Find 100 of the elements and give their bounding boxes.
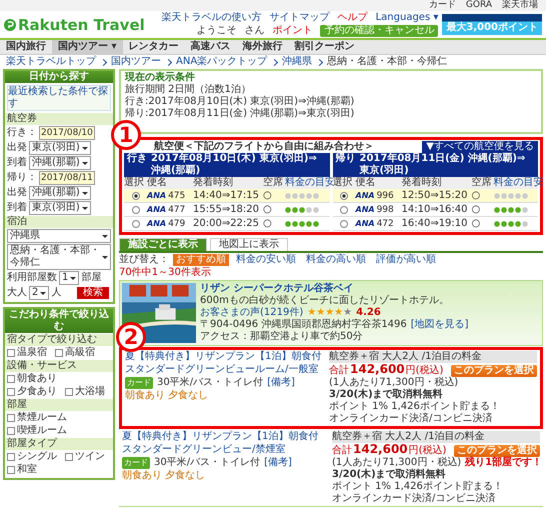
points-info: ポイント 1% 1,426ポイント貯まる！	[332, 481, 504, 492]
meal-info: 朝食あり 夕食なし	[125, 390, 210, 402]
hotel-name[interactable]: リザン シーパークホテル谷茶ベイ	[200, 283, 469, 295]
cancellation-note: 3/20(木)まで取消料無料	[329, 389, 444, 401]
points-info: ポイント 1% 1,426ポイント貯まる！	[329, 401, 501, 412]
adults-select[interactable]: 2	[29, 286, 50, 300]
field-label: 大人	[7, 287, 27, 299]
section-label: 設備・サービス	[5, 360, 113, 372]
radio-button[interactable]	[340, 220, 348, 228]
condition-text: 行き:2017年08月10日(木) 東京(羽田)⇒沖縄(那覇)	[125, 96, 356, 108]
filter-checkbox[interactable]: 高級宿	[53, 347, 97, 359]
top-link[interactable]: GORA	[466, 0, 492, 11]
field-label: 到着	[7, 157, 27, 169]
sort-option[interactable]: 料金の安い順	[233, 254, 299, 266]
sort-option[interactable]: 評価が高い順	[373, 254, 439, 266]
review-score: 4.26	[356, 307, 381, 318]
filter-checkbox[interactable]: 朝食あり	[5, 373, 59, 385]
direction-label: 行き	[127, 153, 147, 166]
header-link[interactable]: Languages ▾	[376, 12, 438, 24]
room-size: 30平米/バス・トイレ付	[154, 457, 260, 469]
field-label: 利用部屋数	[7, 272, 57, 284]
sort-option[interactable]: 料金の高い順	[303, 254, 369, 266]
price-unit: 円(税込)	[406, 365, 444, 376]
area-select[interactable]: 恩納・名護・本部・今帰仁	[7, 244, 111, 270]
direction-label: 帰り	[336, 153, 356, 166]
view-tab[interactable]: 地図上に表示	[210, 238, 288, 251]
header-link[interactable]: サイトマップ	[270, 12, 330, 24]
points-link[interactable]: ポイント	[272, 25, 312, 37]
annotation-number: 1	[111, 120, 141, 150]
airline-logo: ANA	[147, 218, 166, 230]
total-label: 合計	[329, 365, 349, 377]
map-link[interactable]: [地図を見る]	[410, 319, 469, 331]
filter-checkbox[interactable]: ツイン	[63, 451, 107, 463]
filter-checkbox[interactable]: 喫煙ルーム	[5, 425, 69, 437]
airport-select[interactable]: 沖縄(那覇)	[29, 156, 91, 170]
remarks-link[interactable]: [備考]	[264, 457, 292, 469]
header-link[interactable]: 楽天トラベルの使い方	[162, 12, 262, 24]
search-button[interactable]: 検索	[77, 287, 109, 299]
seat-status: ○	[263, 218, 273, 230]
breadcrumb-current: 恩納・名護・本部・今帰仁	[327, 56, 448, 68]
filter-checkbox[interactable]: 温泉宿	[5, 347, 49, 359]
sort-label: 並び替え：	[119, 254, 169, 266]
radio-button[interactable]	[340, 206, 348, 214]
field-label: 出発	[7, 142, 27, 154]
flight-time: 16:40⇒19:10	[402, 218, 469, 230]
payment-methods: オンラインカード決済/コンビニ決済	[332, 493, 496, 505]
column-header: 空席	[472, 177, 492, 189]
radio-button[interactable]	[132, 220, 140, 228]
room-type[interactable]: スタンダードグリーンビュー/禁煙室	[122, 444, 328, 456]
nav-tab[interactable]: 割引クーポン	[288, 40, 361, 54]
filter-checkbox[interactable]: 和室	[5, 464, 39, 476]
nav-tab[interactable]: 国内旅行	[0, 40, 52, 54]
nav-tab[interactable]: 海外旅行	[236, 40, 289, 54]
per-person-price: (1人あたり71,300円・税込)	[332, 457, 462, 468]
date-field[interactable]: 2017/08/10	[39, 126, 95, 140]
plan-badge: カード	[125, 377, 153, 389]
fare-meter	[285, 220, 320, 226]
top-link[interactable]: カード	[428, 0, 456, 11]
all-flights-button[interactable]: ▼すべての航空便を見る	[422, 141, 538, 153]
seat-status: ○	[263, 204, 273, 216]
flight-time: 14:10⇒16:40	[402, 204, 469, 216]
room-type[interactable]: スタンダードグリーンビュールーム/一般室	[125, 364, 325, 376]
filter-checkbox[interactable]: 夕食あり	[5, 386, 59, 398]
airport-select[interactable]: 東京(羽田)	[29, 201, 91, 215]
breadcrumb-link[interactable]: 沖縄県	[282, 56, 312, 68]
plan-title[interactable]: 夏【特典付き】リザンプラン【1泊】朝食付	[125, 351, 325, 363]
remarks-link[interactable]: [備考]	[267, 377, 295, 389]
date-field[interactable]: 2017/08/11	[39, 171, 95, 185]
column-header: 便名	[356, 177, 376, 189]
breadcrumb-link[interactable]: 国内ツアー	[111, 56, 161, 68]
nav-tab[interactable]: 高速バス	[184, 40, 237, 54]
radio-button[interactable]	[132, 192, 140, 200]
view-tab[interactable]: 施設ごとに表示	[119, 238, 207, 251]
nav-tab[interactable]: レンタカー	[122, 40, 185, 54]
radio-button[interactable]	[340, 192, 348, 200]
airline-logo: ANA	[147, 190, 166, 202]
fare-label: 航空券＋宿 大人2人 /1泊目の料金	[329, 351, 537, 363]
plan-title[interactable]: 夏【特典付き】リザンプラン【1泊】朝食付	[122, 431, 328, 443]
filter-checkbox[interactable]: 大浴場	[63, 386, 107, 398]
nav-tab[interactable]: 国内ツアー ▾	[52, 40, 123, 54]
filter-checkbox[interactable]: 禁煙ルーム	[5, 412, 69, 424]
recent-search-link[interactable]: 最近検索した条件で探す	[7, 85, 111, 111]
header-link[interactable]: ヘルプ	[338, 12, 368, 24]
column-header: 発着時刻	[193, 177, 234, 189]
reviews-link[interactable]: お客さまの声(1219件)	[200, 307, 304, 319]
flight-time: 20:00⇒22:25	[193, 218, 260, 230]
breadcrumb-link[interactable]: ANA楽パックトップ	[176, 56, 268, 68]
leg-heading: 2017年08月10日(木) 東京(羽田)⇒沖縄(那覇)	[151, 153, 318, 176]
breadcrumb-link[interactable]: 楽天トラベルトップ	[6, 56, 96, 68]
airline-logo: ANA	[147, 204, 166, 216]
seat-status: ○	[472, 218, 482, 230]
prefecture-select[interactable]: 沖縄県	[7, 229, 111, 243]
flight-time: 12:50⇒15:20	[402, 190, 469, 202]
radio-button[interactable]	[132, 206, 140, 214]
airport-select[interactable]: 東京(羽田)	[29, 141, 91, 155]
cancellation-note: 3/20(木)まで取消料無料	[332, 469, 447, 481]
airport-select[interactable]: 沖縄(那覇)	[29, 186, 91, 200]
filter-checkbox[interactable]: シングル	[5, 451, 59, 463]
rooms-select[interactable]: 1	[59, 271, 80, 285]
seat-status: ○	[263, 190, 273, 202]
